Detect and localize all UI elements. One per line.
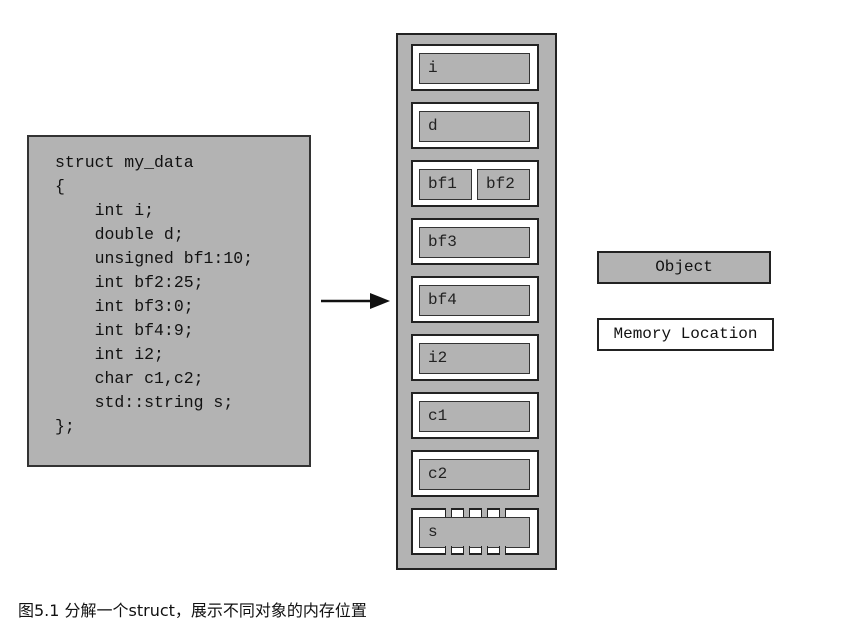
legend-memory-location: Memory Location xyxy=(597,318,774,351)
memory-location: s xyxy=(411,508,539,555)
memory-location: bf4 xyxy=(411,276,539,323)
code-line: int i; xyxy=(55,201,155,220)
code-line: struct my_data xyxy=(55,153,194,172)
code-line: unsigned bf1:10; xyxy=(55,249,254,268)
location-divider xyxy=(499,508,506,517)
memory-location: c2 xyxy=(411,450,539,497)
location-divider xyxy=(499,546,506,555)
code-line: { xyxy=(55,177,65,196)
object-bf4: bf4 xyxy=(419,285,530,316)
code-line: int i2; xyxy=(55,345,164,364)
code-line: int bf4:9; xyxy=(55,321,194,340)
memory-layout: i d bf1 bf2 bf3 bf4 i2 c1 c2 s xyxy=(396,33,557,570)
code-line: int bf3:0; xyxy=(55,297,194,316)
memory-location: d xyxy=(411,102,539,149)
memory-location: bf1 bf2 xyxy=(411,160,539,207)
object-bf1: bf1 xyxy=(419,169,472,200)
object-s: s xyxy=(419,517,530,548)
location-divider xyxy=(481,508,488,517)
code-line: }; xyxy=(55,417,75,436)
object-c2: c2 xyxy=(419,459,530,490)
arrow-icon xyxy=(321,293,390,309)
figure-caption: 图5.1 分解一个struct，展示不同对象的内存位置 xyxy=(18,601,367,620)
code-line: char c1,c2; xyxy=(55,369,204,388)
object-bf2: bf2 xyxy=(477,169,530,200)
location-divider xyxy=(445,546,452,555)
code-line: std::string s; xyxy=(55,393,234,412)
memory-location: c1 xyxy=(411,392,539,439)
memory-location: bf3 xyxy=(411,218,539,265)
code-line: int bf2:25; xyxy=(55,273,204,292)
code-line: double d; xyxy=(55,225,184,244)
object-i: i xyxy=(419,53,530,84)
location-divider xyxy=(463,508,470,517)
object-d: d xyxy=(419,111,530,142)
object-i2: i2 xyxy=(419,343,530,374)
memory-location: i2 xyxy=(411,334,539,381)
object-bf3: bf3 xyxy=(419,227,530,258)
object-c1: c1 xyxy=(419,401,530,432)
memory-location: i xyxy=(411,44,539,91)
struct-code-box: struct my_data { int i; double d; unsigne… xyxy=(27,135,311,467)
legend-object: Object xyxy=(597,251,771,284)
location-divider xyxy=(463,546,470,555)
location-divider xyxy=(445,508,452,517)
location-divider xyxy=(481,546,488,555)
